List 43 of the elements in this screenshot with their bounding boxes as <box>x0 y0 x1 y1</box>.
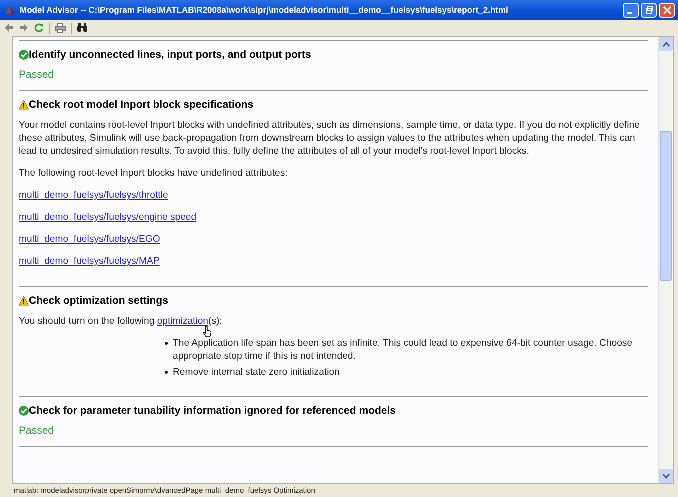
result-text: Passed <box>19 425 56 437</box>
warning-icon <box>19 100 29 110</box>
minimize-icon <box>627 12 632 14</box>
block-link[interactable]: multi_demo_fuelsys/fuelsys/MAP <box>19 256 160 267</box>
maximize-button[interactable] <box>641 2 657 18</box>
paragraph: Your model contains root-level Inport blocks with undefined attributes, such as dimensions, sample time, or data type. If you do not explicitly define these attributes, Simulink will use back-propagation from downstream blocks to assign values to the attributes when updating the model. This can lead to undesired simulation results. To avoid this, fully define the attributes of all of your model's root-level Inport blocks. <box>19 119 641 158</box>
sentence-text: (s): <box>208 316 222 327</box>
app-icon <box>5 4 16 16</box>
sentence-text: You should turn on the following <box>19 316 156 327</box>
check-icon <box>19 406 29 416</box>
paragraph: The following root-level Inport blocks have undefined attributes: <box>19 167 289 180</box>
bullet-item: Remove internal state zero initialization <box>173 366 340 379</box>
minimize-button[interactable] <box>623 2 639 18</box>
close-icon <box>662 6 672 14</box>
bullet-icon <box>165 371 168 374</box>
bullet-item: The Application life span has been set as infinite. This could lead to expensive 64-bit counter usage. Choose appropriate stop time if this is not intended. <box>173 337 634 363</box>
block-link[interactable]: multi_demo_fuelsys/fuelsys/engine speed <box>19 212 197 223</box>
check-icon <box>19 50 29 60</box>
check-title: Check optimization settings <box>29 295 168 307</box>
block-link[interactable]: multi_demo_fuelsys/fuelsys/EGO <box>19 234 160 245</box>
scroll-down-button[interactable] <box>659 469 673 483</box>
forward-arrow-icon[interactable] <box>19 23 29 33</box>
optimization-link[interactable]: optimization <box>157 316 209 327</box>
block-link[interactable]: multi_demo_fuelsys/fuelsys/throttle <box>19 190 168 201</box>
scroll-thumb[interactable] <box>660 131 672 281</box>
warning-icon <box>19 296 29 306</box>
hand-cursor-icon <box>203 326 212 338</box>
check-title: Check root model Inport block specifications <box>29 99 254 111</box>
close-button[interactable] <box>659 2 675 18</box>
back-arrow-icon[interactable] <box>4 23 14 33</box>
window-title: Model Advisor -- C:\Program Files\MATLAB\R2008a\work\slprj\modeladvisor\multi__demo__fuelsys\fuelsys\report_2.html <box>20 5 510 15</box>
refresh-icon[interactable] <box>34 23 44 33</box>
check-title: Identify unconnected lines, input ports, and output ports <box>29 49 312 61</box>
down-chevron-icon <box>662 474 670 478</box>
up-chevron-icon <box>662 42 670 46</box>
printer-icon[interactable] <box>55 23 66 33</box>
check-title: Check for parameter tunability information ignored for referenced models <box>29 405 396 417</box>
scrollbar[interactable] <box>658 37 673 483</box>
bullet-icon <box>165 342 168 345</box>
binoculars-icon[interactable] <box>77 23 88 33</box>
result-text: Passed <box>19 69 56 81</box>
restore-icon <box>644 6 654 14</box>
scroll-up-button[interactable] <box>659 37 673 51</box>
